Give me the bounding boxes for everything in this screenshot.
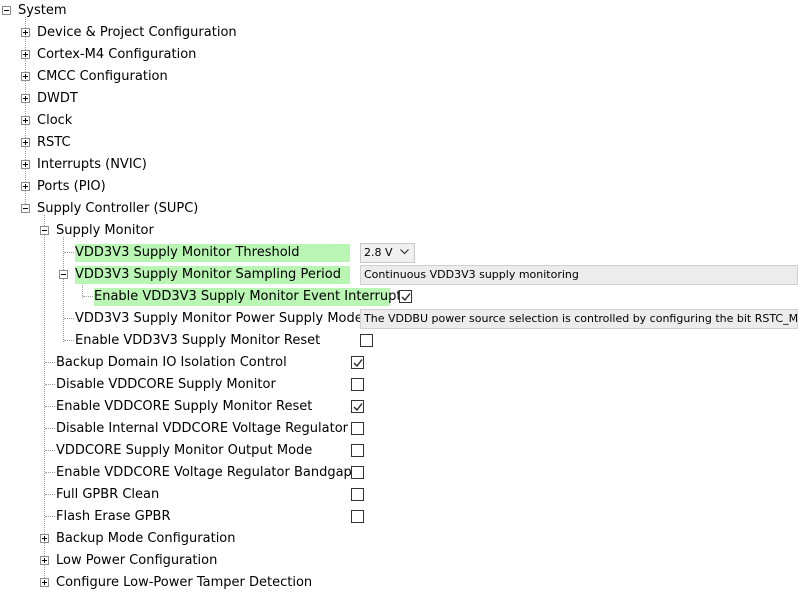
setting-flash-erase-gpbr: Flash Erase GPBR [0, 506, 798, 528]
expand-icon[interactable] [21, 138, 30, 147]
vddcore-bandgap-checkbox[interactable] [351, 466, 364, 479]
tree-node-interrupts-nvic[interactable]: Interrupts (NVIC) [0, 154, 798, 176]
setting-label: VDD3V3 Supply Monitor Power Supply Mode [75, 311, 363, 326]
setting-label: Backup Domain IO Isolation Control [56, 355, 287, 370]
tree-connector [45, 384, 55, 385]
setting-label: VDD3V3 Supply Monitor Sampling Period [75, 266, 350, 284]
event-interrupt-checkbox[interactable] [399, 290, 412, 303]
tree-node-dwdt[interactable]: DWDT [0, 88, 798, 110]
tree-connector [64, 340, 74, 341]
vddcore-monitor-reset-checkbox[interactable] [351, 400, 364, 413]
tree-node-rstc[interactable]: RSTC [0, 132, 798, 154]
collapse-icon[interactable] [2, 6, 11, 15]
tree-label: Configure Low-Power Tamper Detection [56, 575, 313, 590]
disable-vddcore-regulator-checkbox[interactable] [351, 422, 364, 435]
setting-backup-domain-io-isolation: Backup Domain IO Isolation Control [0, 352, 798, 374]
tree-node-low-power-configuration[interactable]: Low Power Configuration [0, 550, 798, 572]
tree-node-supply-controller-supc[interactable]: Supply Controller (SUPC) [0, 198, 798, 220]
expand-icon[interactable] [21, 116, 30, 125]
setting-enable-vddcore-monitor-reset: Enable VDDCORE Supply Monitor Reset [0, 396, 798, 418]
tree-label: RSTC [37, 135, 71, 150]
threshold-dropdown[interactable]: 2.8 V [360, 243, 415, 263]
tree-node-ports-pio[interactable]: Ports (PIO) [0, 176, 798, 198]
collapse-icon[interactable] [21, 204, 30, 213]
sampling-period-field[interactable]: Continuous VDD3V3 supply monitoring [360, 265, 798, 285]
checkmark-icon [401, 293, 411, 302]
setting-vddcore-monitor-output-mode: VDDCORE Supply Monitor Output Mode [0, 440, 798, 462]
setting-vdd3v3-event-interrupt: Enable VDD3V3 Supply Monitor Event Inter… [0, 286, 798, 308]
tree-label: Supply Monitor [56, 223, 154, 238]
tree-label: System [18, 3, 67, 18]
expand-icon[interactable] [21, 50, 30, 59]
setting-disable-internal-vddcore-regulator: Disable Internal VDDCORE Voltage Regulat… [0, 418, 798, 440]
backup-io-isolation-checkbox[interactable] [351, 356, 364, 369]
setting-label: Enable VDD3V3 Supply Monitor Reset [75, 333, 321, 348]
expand-icon[interactable] [21, 182, 30, 191]
power-supply-mode-field[interactable]: The VDDBU power source selection is cont… [360, 309, 798, 329]
tree-label: Low Power Configuration [56, 553, 218, 568]
setting-full-gpbr-clean: Full GPBR Clean [0, 484, 798, 506]
expand-icon[interactable] [21, 28, 30, 37]
setting-vdd3v3-threshold: VDD3V3 Supply Monitor Threshold 2.8 V [0, 242, 798, 264]
tree-label: Cortex-M4 Configuration [37, 47, 197, 62]
setting-label: Disable Internal VDDCORE Voltage Regulat… [56, 421, 348, 436]
collapse-icon[interactable] [40, 226, 49, 235]
checkmark-icon [353, 359, 363, 368]
expand-icon[interactable] [21, 94, 30, 103]
checkmark-icon [353, 403, 363, 412]
tree-node-supply-monitor[interactable]: Supply Monitor [0, 220, 798, 242]
setting-label: VDD3V3 Supply Monitor Threshold [75, 244, 350, 262]
setting-enable-vddcore-regulator-bandgap: Enable VDDCORE Voltage Regulator Bandgap [0, 462, 798, 484]
expand-icon[interactable] [40, 534, 49, 543]
tree-label: Ports (PIO) [37, 179, 106, 194]
collapse-icon[interactable] [59, 270, 68, 279]
tree-label: Device & Project Configuration [37, 25, 237, 40]
setting-label: Full GPBR Clean [56, 487, 160, 502]
tree-connector [83, 296, 93, 297]
tree-connector [45, 494, 55, 495]
tree-node-cortex-m4-configuration[interactable]: Cortex-M4 Configuration [0, 44, 798, 66]
setting-label: Disable VDDCORE Supply Monitor [56, 377, 276, 392]
flash-erase-gpbr-checkbox[interactable] [351, 510, 364, 523]
setting-label: Flash Erase GPBR [56, 509, 171, 524]
expand-icon[interactable] [40, 578, 49, 587]
tree-node-low-power-tamper-detection[interactable]: Configure Low-Power Tamper Detection [0, 572, 798, 594]
setting-label: Enable VDDCORE Voltage Regulator Bandgap [56, 465, 352, 480]
full-gpbr-clean-checkbox[interactable] [351, 488, 364, 501]
setting-disable-vddcore-supply-monitor: Disable VDDCORE Supply Monitor [0, 374, 798, 396]
setting-label: Enable VDDCORE Supply Monitor Reset [56, 399, 313, 414]
tree-node-cmcc-configuration[interactable]: CMCC Configuration [0, 66, 798, 88]
tree-label: Clock [37, 113, 73, 128]
expand-icon[interactable] [21, 72, 30, 81]
chevron-down-icon [400, 249, 409, 255]
dropdown-value: 2.8 V [364, 246, 393, 259]
vddcore-output-mode-checkbox[interactable] [351, 444, 364, 457]
setting-vdd3v3-power-supply-mode: VDD3V3 Supply Monitor Power Supply Mode … [0, 308, 798, 330]
expand-icon[interactable] [21, 160, 30, 169]
disable-vddcore-monitor-checkbox[interactable] [351, 378, 364, 391]
tree-connector [64, 318, 74, 319]
tree-label: Supply Controller (SUPC) [37, 201, 199, 216]
setting-vdd3v3-sampling-period[interactable]: VDD3V3 Supply Monitor Sampling Period Co… [0, 264, 798, 286]
tree-label: DWDT [37, 91, 78, 106]
tree-label: CMCC Configuration [37, 69, 168, 84]
expand-icon[interactable] [40, 556, 49, 565]
tree-connector [45, 516, 55, 517]
tree-node-device-project-configuration[interactable]: Device & Project Configuration [0, 22, 798, 44]
tree-connector [45, 450, 55, 451]
tree-connector [45, 428, 55, 429]
setting-label: VDDCORE Supply Monitor Output Mode [56, 443, 313, 458]
tree-connector [45, 406, 55, 407]
vdd3v3-reset-checkbox[interactable] [360, 334, 373, 347]
tree-connector [45, 362, 55, 363]
tree-label: Interrupts (NVIC) [37, 157, 147, 172]
tree-node-backup-mode-configuration[interactable]: Backup Mode Configuration [0, 528, 798, 550]
tree-label: Backup Mode Configuration [56, 531, 236, 546]
tree-node-system[interactable]: System [0, 0, 798, 22]
tree-connector [45, 472, 55, 473]
tree-connector [64, 252, 74, 253]
setting-vdd3v3-reset: Enable VDD3V3 Supply Monitor Reset [0, 330, 798, 352]
setting-label: Enable VDD3V3 Supply Monitor Event Inter… [94, 288, 402, 306]
tree-node-clock[interactable]: Clock [0, 110, 798, 132]
